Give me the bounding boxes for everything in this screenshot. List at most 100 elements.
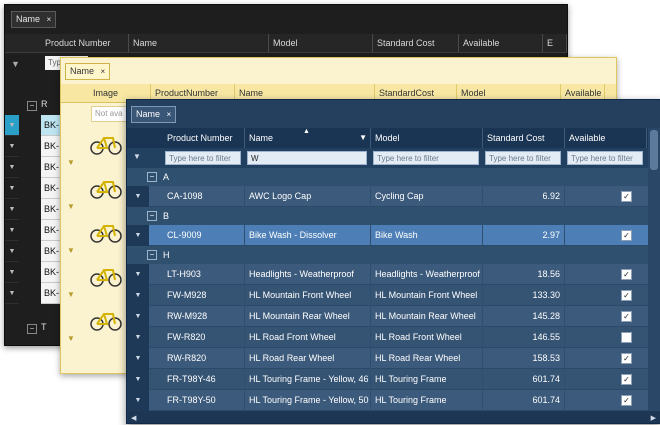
column-header-available[interactable]: Available [565,128,647,148]
group-chip-name[interactable]: Name × [11,11,57,28]
row-expand-icon[interactable]: ▼ [5,178,19,199]
scrollbar-thumb[interactable] [650,130,658,170]
table-row[interactable]: LT-H903 Headlights - Weatherproof Headli… [149,264,660,285]
table-row[interactable]: FR-T98Y-46 HL Touring Frame - Yellow, 46… [149,369,660,390]
table-row[interactable]: RW-R820 HL Road Rear Wheel HL Road Rear … [149,348,660,369]
image-column [89,124,129,344]
filter-input-standard-cost[interactable]: Type here to filter [485,151,561,165]
horizontal-scrollbar[interactable]: ◀ ▶ [127,411,660,423]
row-expand-icon[interactable]: ▼ [5,115,19,136]
table-row[interactable]: BK- [41,178,61,199]
column-header-product-number[interactable]: Product Number [163,128,245,148]
collapse-icon[interactable]: − [147,172,157,182]
row-expand-icon[interactable]: ▼ [127,186,149,207]
filter-input-model[interactable]: Type here to filter [373,151,479,165]
available-checkbox[interactable]: ✓ [621,374,632,385]
product-image [89,124,129,168]
table-row[interactable]: FW-R820 HL Road Front Wheel HL Road Fron… [149,327,660,348]
filter-input-name[interactable]: W [247,151,367,165]
filter-icon[interactable]: ▼ [359,128,367,148]
available-checkbox-unchecked[interactable] [621,332,632,343]
collapse-icon[interactable]: − [27,101,37,111]
cell-product-number: CA-1098 [163,186,245,207]
group-chip-label: Name [136,109,161,119]
cell-name: HL Touring Frame - Yellow, 46 [245,369,371,390]
available-checkbox[interactable]: ✓ [621,191,632,202]
table-row[interactable]: BK- [41,220,61,241]
available-checkbox[interactable]: ✓ [621,269,632,280]
table-row[interactable]: FW-M928 HL Mountain Front Wheel HL Mount… [149,285,660,306]
table-row[interactable]: BK- [41,283,61,304]
close-icon[interactable]: × [101,67,106,76]
table-row[interactable]: BK- [41,115,61,136]
row-expand-icon[interactable]: ▼ [127,306,149,327]
dark-rows: BK- BK- BK- BK- BK- BK- BK- BK- BK- [41,115,61,304]
row-expand-icon[interactable]: ▼ [5,157,19,178]
column-header-e[interactable]: E [543,34,567,52]
row-expand-icon[interactable]: ▼ [67,158,75,167]
cell-product-number: RW-M928 [163,306,245,327]
row-expand-icon[interactable]: ▼ [5,241,19,262]
column-header-available[interactable]: Available [459,34,543,52]
table-row[interactable]: BK- [41,241,61,262]
group-header-b[interactable]: − B [127,207,660,225]
row-expand-icon[interactable]: ▼ [67,246,75,255]
column-header-product-number[interactable]: Product Number [41,34,129,52]
filter-input-product-number[interactable]: Type here to filter [165,151,241,165]
collapse-icon[interactable]: − [147,250,157,260]
table-row[interactable]: CA-1098 AWC Logo Cap Cycling Cap 6.92 ✓ [149,186,660,207]
group-header-h[interactable]: − H [127,246,660,264]
filter-input-available[interactable]: Type here to filter [567,151,643,165]
table-row-selected[interactable]: CL-9009 Bike Wash - Dissolver Bike Wash … [149,225,660,246]
row-expand-icon[interactable]: ▼ [127,225,149,246]
row-expand-icon[interactable]: ▼ [5,136,19,157]
available-checkbox[interactable]: ✓ [621,230,632,241]
available-checkbox[interactable]: ✓ [621,353,632,364]
row-expand-icon[interactable]: ▼ [127,264,149,285]
column-header-model[interactable]: Model [371,128,483,148]
row-expand-icon[interactable]: ▼ [5,262,19,283]
row-expand-icon[interactable]: ▼ [67,202,75,211]
group-chip-name[interactable]: Name × [65,63,111,80]
collapse-icon[interactable]: − [147,211,157,221]
cell-standard-cost: 145.28 [483,306,565,327]
filter-icon[interactable]: ▼ [11,59,20,69]
row-expand-icon[interactable]: ▼ [127,390,149,411]
available-checkbox[interactable]: ✓ [621,290,632,301]
row-expand-icon[interactable]: ▼ [67,334,75,343]
group-label-t: T [41,322,47,332]
column-header-name[interactable]: Name ▲ ▼ [245,128,371,148]
available-checkbox[interactable]: ✓ [621,311,632,322]
available-checkbox[interactable]: ✓ [621,395,632,406]
vertical-scrollbar[interactable] [648,128,660,410]
row-expand-icon[interactable]: ▼ [127,285,149,306]
close-icon[interactable]: × [47,15,52,24]
collapse-icon[interactable]: − [27,324,37,334]
product-image [89,212,129,256]
row-expand-icon[interactable]: ▼ [5,220,19,241]
table-row[interactable]: FR-T98Y-50 HL Touring Frame - Yellow, 50… [149,390,660,411]
column-header-name[interactable]: Name [129,34,269,52]
table-row[interactable]: RW-M928 HL Mountain Rear Wheel HL Mounta… [149,306,660,327]
column-header-model[interactable]: Model [269,34,373,52]
scroll-left-icon[interactable]: ◀ [131,414,136,422]
column-header-standard-cost[interactable]: Standard Cost [483,128,565,148]
group-chip-name[interactable]: Name × [131,106,177,123]
column-header-standard-cost[interactable]: Standard Cost [373,34,459,52]
filter-icon[interactable]: ▼ [133,152,141,161]
table-row[interactable]: BK- [41,199,61,220]
scroll-right-icon[interactable]: ▶ [651,414,656,422]
row-expand-icon[interactable]: ▼ [127,327,149,348]
row-expand-icon[interactable]: ▼ [127,369,149,390]
row-expand-icon[interactable]: ▼ [5,283,19,304]
row-expand-icon[interactable]: ▼ [5,199,19,220]
cell-name: Headlights - Weatherproof [245,264,371,285]
table-row[interactable]: BK- [41,157,61,178]
group-header-a[interactable]: − A [127,168,660,186]
close-icon[interactable]: × [167,110,172,119]
row-expand-icon[interactable]: ▼ [67,290,75,299]
table-row[interactable]: BK- [41,136,61,157]
table-row[interactable]: BK- [41,262,61,283]
row-expand-icon[interactable]: ▼ [127,348,149,369]
cell-model: HL Touring Frame [371,390,483,411]
